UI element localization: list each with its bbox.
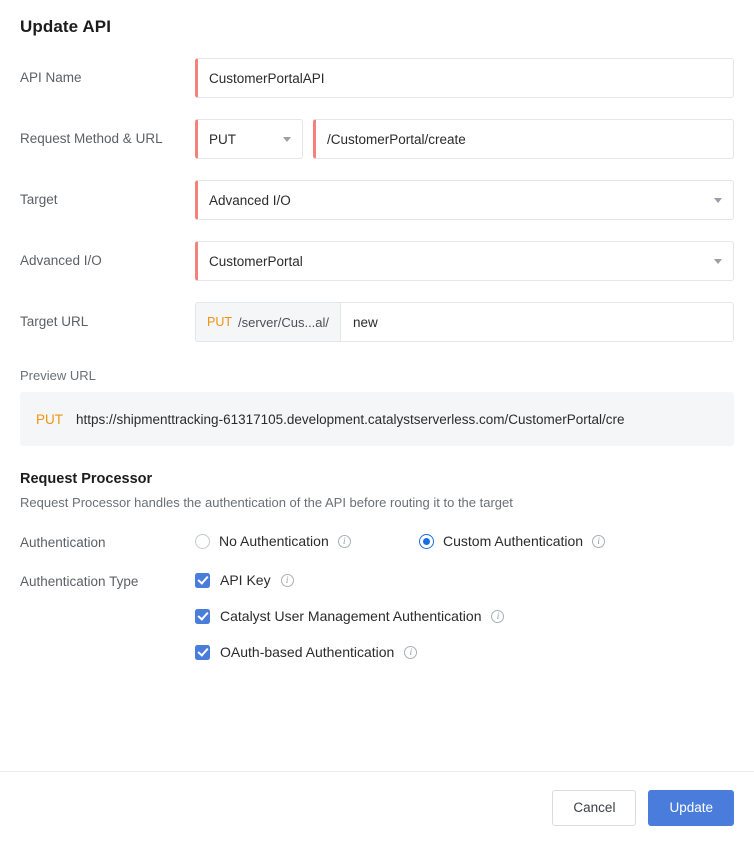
target-value: Advanced I/O	[209, 193, 291, 208]
target-url-label: Target URL	[20, 302, 195, 330]
request-processor-description: Request Processor handles the authentica…	[20, 494, 734, 511]
advanced-io-field-wrap: CustomerPortal	[195, 241, 734, 281]
advanced-io-select[interactable]: CustomerPortal	[195, 241, 734, 281]
target-url-input[interactable]: new	[341, 303, 733, 341]
authentication-type-label: Authentication Type	[20, 572, 195, 589]
target-label: Target	[20, 180, 195, 208]
update-button[interactable]: Update	[648, 790, 734, 826]
field-row-target: Target Advanced I/O	[20, 180, 734, 220]
authentication-options: No Authentication i Custom Authenticatio…	[195, 533, 734, 549]
radio-icon-checked[interactable]	[419, 534, 434, 549]
dialog-footer: Cancel Update	[0, 771, 754, 843]
chevron-down-icon	[714, 198, 722, 203]
info-icon[interactable]: i	[338, 535, 351, 548]
target-url-value: new	[353, 315, 378, 330]
authentication-type-options: API Key i Catalyst User Management Authe…	[195, 572, 734, 660]
authentication-row: Authentication No Authentication i Custo…	[20, 533, 734, 550]
dialog-body: Update API API Name CustomerPortalAPI Re…	[0, 0, 754, 771]
authentication-type-row: Authentication Type API Key i Catalyst U…	[20, 572, 734, 660]
checkbox-catalyst-user-management-label: Catalyst User Management Authentication	[220, 608, 481, 624]
authentication-label: Authentication	[20, 533, 195, 550]
checkbox-icon-checked[interactable]	[195, 573, 210, 588]
preview-url-method-tag: PUT	[36, 412, 63, 427]
api-name-value: CustomerPortalAPI	[209, 71, 325, 86]
request-method-value: PUT	[209, 132, 236, 147]
radio-no-authentication[interactable]: No Authentication i	[195, 533, 419, 549]
preview-url-label: Preview URL	[20, 368, 734, 383]
target-url-field-wrap: PUT /server/Cus...al/ new	[195, 302, 734, 342]
checkbox-api-key[interactable]: API Key i	[195, 572, 734, 588]
field-row-target-url: Target URL PUT /server/Cus...al/ new	[20, 302, 734, 342]
target-select[interactable]: Advanced I/O	[195, 180, 734, 220]
field-row-request-method-url: Request Method & URL PUT /CustomerPortal…	[20, 119, 734, 159]
checkbox-icon-checked[interactable]	[195, 609, 210, 624]
info-icon[interactable]: i	[491, 610, 504, 623]
cancel-button[interactable]: Cancel	[552, 790, 636, 826]
target-field-wrap: Advanced I/O	[195, 180, 734, 220]
info-icon[interactable]: i	[592, 535, 605, 548]
target-url-prefix: PUT /server/Cus...al/	[196, 303, 341, 341]
request-method-url-field-wrap: PUT /CustomerPortal/create	[195, 119, 734, 159]
chevron-down-icon	[283, 137, 291, 142]
request-url-input[interactable]: /CustomerPortal/create	[313, 119, 734, 159]
api-name-label: API Name	[20, 58, 195, 86]
request-method-select[interactable]: PUT	[195, 119, 303, 159]
radio-custom-authentication[interactable]: Custom Authentication i	[419, 533, 605, 549]
field-row-api-name: API Name CustomerPortalAPI	[20, 58, 734, 98]
checkbox-api-key-label: API Key	[220, 572, 271, 588]
radio-no-authentication-label: No Authentication	[219, 533, 329, 549]
radio-icon-unchecked[interactable]	[195, 534, 210, 549]
authentication-radio-line: No Authentication i Custom Authenticatio…	[195, 533, 734, 549]
info-icon[interactable]: i	[404, 646, 417, 659]
checkbox-oauth-based-authentication[interactable]: OAuth-based Authentication i	[195, 644, 734, 660]
api-name-input[interactable]: CustomerPortalAPI	[195, 58, 734, 98]
request-method-url-label: Request Method & URL	[20, 119, 195, 147]
radio-custom-authentication-label: Custom Authentication	[443, 533, 583, 549]
target-url-method-tag: PUT	[207, 315, 232, 329]
preview-url-section: Preview URL PUT https://shipmenttracking…	[20, 368, 734, 446]
info-icon[interactable]: i	[281, 574, 294, 587]
target-url-input-group: PUT /server/Cus...al/ new	[195, 302, 734, 342]
advanced-io-label: Advanced I/O	[20, 241, 195, 269]
page-title: Update API	[20, 17, 734, 37]
field-row-advanced-io: Advanced I/O CustomerPortal	[20, 241, 734, 281]
checkbox-icon-checked[interactable]	[195, 645, 210, 660]
chevron-down-icon	[714, 259, 722, 264]
request-url-value: /CustomerPortal/create	[327, 132, 466, 147]
update-api-dialog: Update API API Name CustomerPortalAPI Re…	[0, 0, 754, 843]
preview-url-value: https://shipmenttracking-61317105.develo…	[76, 412, 625, 427]
target-url-prefix-path: /server/Cus...al/	[238, 315, 329, 330]
checkbox-oauth-based-label: OAuth-based Authentication	[220, 644, 394, 660]
advanced-io-value: CustomerPortal	[209, 254, 303, 269]
checkbox-catalyst-user-management-authentication[interactable]: Catalyst User Management Authentication …	[195, 608, 734, 624]
api-name-field-wrap: CustomerPortalAPI	[195, 58, 734, 98]
preview-url-box: PUT https://shipmenttracking-61317105.de…	[20, 392, 734, 446]
request-processor-title: Request Processor	[20, 471, 734, 487]
